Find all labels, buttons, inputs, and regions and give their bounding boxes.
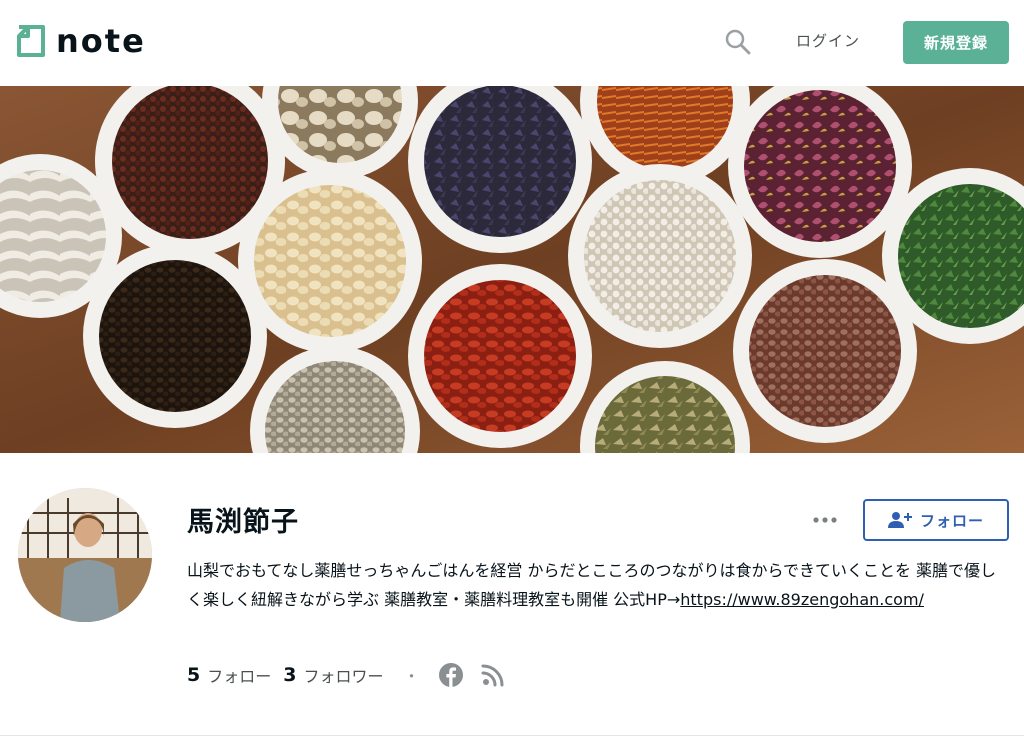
profile-bio: 山梨でおもてなし薬膳せっちゃんごはんを経営 からだとこころのつながりは食からでき… [187, 556, 997, 614]
note-logo[interactable]: note [16, 24, 146, 58]
rss-icon[interactable] [480, 662, 506, 688]
separator: ・ [403, 667, 420, 686]
profile-stats: 5 フォロー 3 フォロワー ・ [187, 662, 522, 688]
herb-bowls-illustration [0, 86, 1024, 453]
profile-name: 馬渕節子 [187, 507, 299, 538]
following-label[interactable]: フォロー [207, 663, 271, 687]
follow-label: フォロー [919, 511, 984, 530]
following-count[interactable]: 5 [187, 664, 200, 686]
followers-count[interactable]: 3 [283, 664, 296, 686]
divider [0, 735, 1024, 736]
logo-text: note [56, 22, 146, 60]
avatar-photo [18, 488, 152, 622]
follow-button[interactable]: フォロー [863, 499, 1009, 541]
search-icon[interactable] [724, 28, 752, 56]
signup-button[interactable]: 新規登録 [903, 21, 1009, 64]
profile-avatar[interactable] [18, 488, 152, 622]
note-logo-icon [17, 25, 45, 57]
site-header: note ログイン 新規登録 [0, 0, 1024, 86]
add-user-icon [887, 512, 912, 528]
bio-link[interactable]: https://www.89zengohan.com/ [680, 590, 924, 609]
header-banner-image [0, 86, 1024, 453]
facebook-icon[interactable] [438, 662, 464, 688]
login-link[interactable]: ログイン [796, 30, 860, 51]
more-icon[interactable] [812, 513, 838, 527]
followers-label[interactable]: フォロワー [303, 663, 383, 687]
